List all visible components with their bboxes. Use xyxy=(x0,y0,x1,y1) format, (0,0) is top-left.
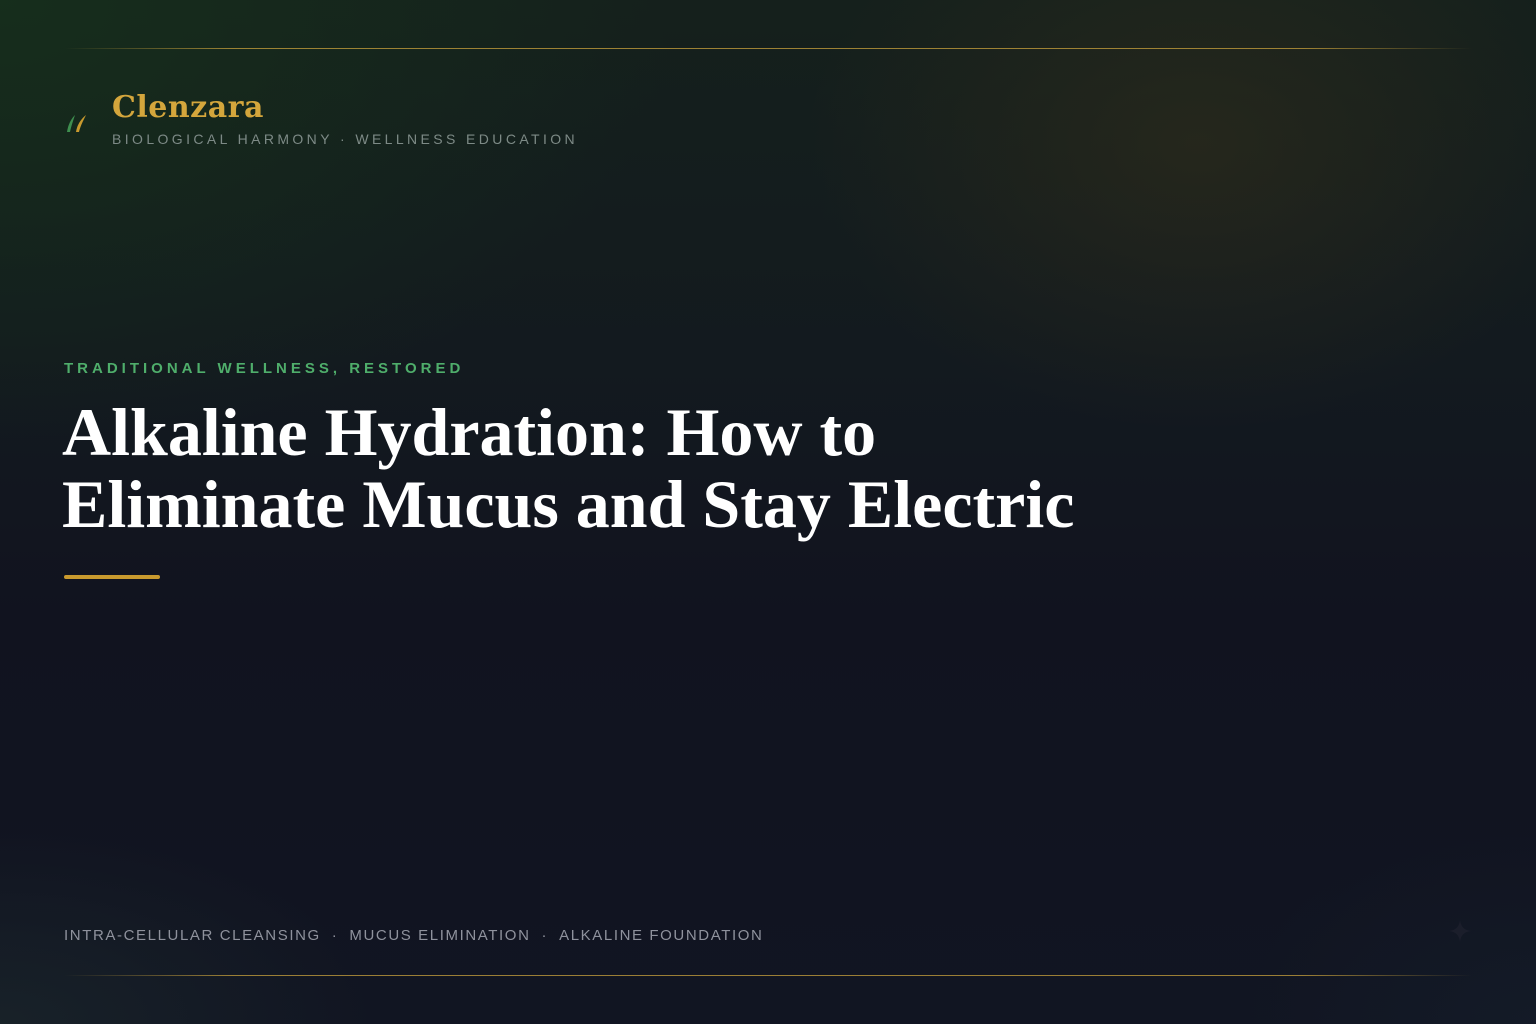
footer-topic-mucus-elimination: MUCUS ELIMINATION xyxy=(349,927,531,944)
brand-header: Clenzara BIOLOGICAL HARMONY · WELLNESS E… xyxy=(64,90,578,147)
hero-eyebrow: TRADITIONAL WELLNESS, RESTORED xyxy=(64,360,465,377)
title-accent-bar xyxy=(64,575,160,579)
footer-topics: INTRA-CELLULAR CLEANSING · MUCUS ELIMINA… xyxy=(64,927,763,944)
hero-title-line-2: Eliminate Mucus and Stay Electric xyxy=(62,466,1075,542)
top-divider xyxy=(64,48,1472,49)
sparkle-icon xyxy=(1449,920,1471,942)
footer-topic-intra-cellular-cleansing: INTRA-CELLULAR CLEANSING xyxy=(64,927,321,944)
hero-title: Alkaline Hydration: How to Eliminate Muc… xyxy=(62,396,1162,540)
hero-title-line-1: Alkaline Hydration: How to xyxy=(62,394,877,470)
footer-separator: · xyxy=(541,927,549,944)
footer-topic-alkaline-foundation: ALKALINE FOUNDATION xyxy=(559,927,764,944)
bottom-divider xyxy=(64,975,1472,976)
brand-tagline: BIOLOGICAL HARMONY · WELLNESS EDUCATION xyxy=(112,131,579,147)
footer-separator: · xyxy=(331,927,339,944)
leaf-icon xyxy=(67,115,86,132)
brand-name: Clenzara xyxy=(112,90,264,125)
